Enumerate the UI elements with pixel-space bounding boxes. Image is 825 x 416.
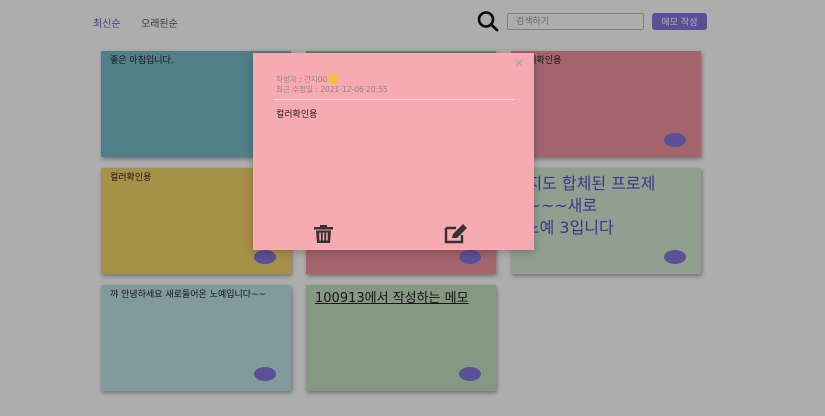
- author-label: 작성자 : 간지00: [276, 75, 388, 85]
- memo-board: 최신순 오래된순 메모 작성 좋은 아침입니다. 컬러확인용 컬러확인용 ~지도…: [0, 0, 825, 416]
- divider: [273, 99, 514, 100]
- memo-body: 컬러확인용: [276, 110, 318, 120]
- trash-icon[interactable]: [314, 225, 333, 243]
- memo-detail-modal: ✕ 작성자 : 간지00 최근 수정일 : 2021-12-06 20:55 컬…: [253, 53, 534, 250]
- close-icon[interactable]: ✕: [513, 56, 525, 72]
- emoji-icon: [328, 75, 339, 83]
- modified-date-label: 최근 수정일 : 2021-12-06 20:55: [276, 85, 388, 94]
- edit-icon[interactable]: [443, 224, 469, 244]
- memo-meta: 작성자 : 간지00 최근 수정일 : 2021-12-06 20:55: [276, 75, 388, 95]
